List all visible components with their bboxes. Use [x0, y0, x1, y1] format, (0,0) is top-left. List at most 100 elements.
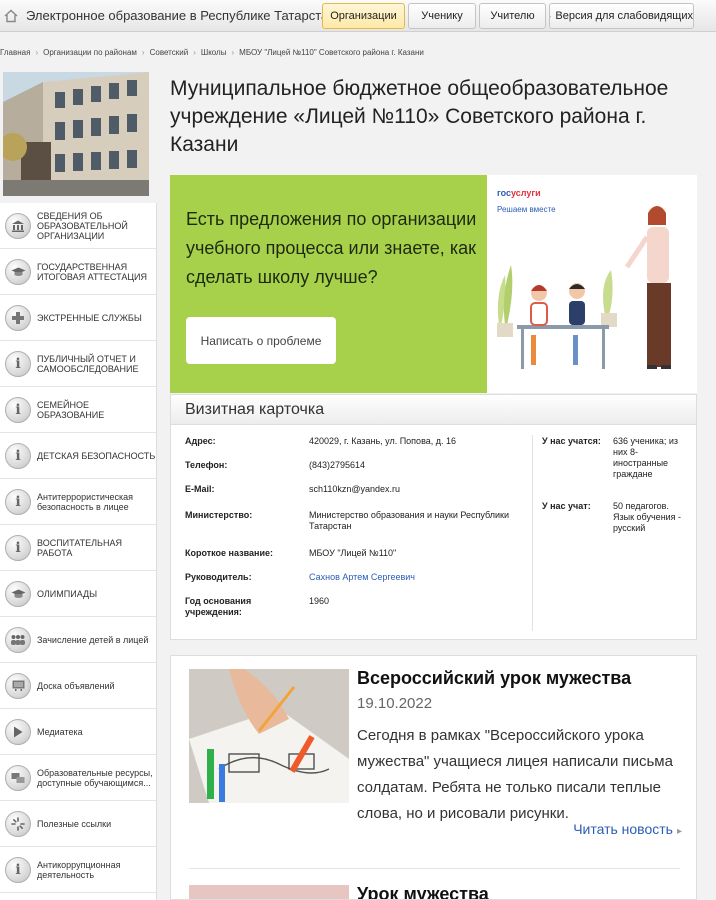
links-icon [5, 810, 31, 837]
sidebar-item-public-report[interactable]: i ПУБЛИЧНЫЙ ОТЧЕТ И САМООБСЛЕДОВАНИЕ [0, 341, 157, 387]
sidebar-item-label: ЭКСТРЕННЫЕ СЛУЖБЫ [37, 312, 142, 323]
sidebar-item-child-safety[interactable]: i ДЕТСКАЯ БЕЗОПАСНОСТЬ [0, 433, 157, 479]
people-icon [5, 626, 31, 653]
sidebar-item-label: Доска объявлений [37, 680, 115, 691]
sidebar-item-emergency[interactable]: ЭКСТРЕННЫЕ СЛУЖБЫ [0, 295, 157, 341]
sidebar-item-edu-resources[interactable]: Образовательные ресурсы, доступные обуча… [0, 755, 157, 801]
sidebar: СВЕДЕНИЯ ОБ ОБРАЗОВАТЕЛЬНОЙ ОРГАНИЗАЦИИ … [0, 203, 157, 900]
card-divider [532, 435, 533, 631]
teachers-label: У нас учат: [542, 501, 591, 511]
sidebar-item-useful-links[interactable]: Полезные ссылки [0, 801, 157, 847]
home-icon [4, 9, 18, 23]
sidebar-item-label: ГОСУДАРСТВЕННАЯ ИТОГОВАЯ АТТЕСТАЦИЯ [37, 261, 147, 282]
info-icon: i [5, 488, 31, 515]
news-title[interactable]: Урок мужества [357, 884, 489, 899]
breadcrumb: Главная › Организации по районам › Советск… [0, 44, 694, 61]
founded-label: Год основания учреждения: [185, 596, 252, 617]
eye-icon [550, 15, 552, 17]
news-image[interactable] [189, 669, 349, 803]
short-name-value: МБОУ "Лицей №110" [309, 548, 397, 558]
feedback-banner[interactable]: Есть предложения по организации учебного… [170, 175, 697, 393]
breadcrumb-separator: › [231, 48, 235, 57]
students-value: 636 ученика; из них 8- иностранные гражд… [613, 436, 679, 479]
business-card-title: Визитная карточка [171, 395, 696, 425]
email-label: E-Mail: [185, 484, 215, 494]
sidebar-item-org-info[interactable]: СВЕДЕНИЯ ОБ ОБРАЗОВАТЕЛЬНОЙ ОРГАНИЗАЦИИ [0, 203, 157, 249]
info-icon: i [5, 350, 31, 377]
accessible-version-label: Версия для слабовидящих [555, 10, 693, 22]
students-label: У нас учатся: [542, 436, 601, 446]
board-icon [5, 672, 31, 699]
sidebar-item-label: ОЛИМПИАДЫ [37, 588, 98, 599]
email-value[interactable]: sch110kzn@yandex.ru [309, 484, 527, 495]
sidebar-item-upbringing[interactable]: i ВОСПИТАТЕЛЬНАЯ РАБОТА [0, 525, 157, 571]
news-section: Всероссийский урок мужества 19.10.2022 С… [170, 655, 697, 900]
read-news-link[interactable]: Читать новость ▸ [573, 821, 682, 837]
breadcrumb-separator: › [35, 48, 39, 57]
sidebar-item-label: СВЕДЕНИЯ ОБ ОБРАЗОВАТЕЛЬНОЙ ОРГАНИЗАЦИИ [37, 210, 128, 241]
news-text: Сегодня в рамках "Всероссийского урока м… [357, 727, 673, 822]
news-date: 19.10.2022 [357, 695, 433, 712]
sidebar-item-label: Образовательные ресурсы, доступные обуча… [37, 767, 153, 788]
breadcrumb-separator: › [141, 48, 145, 57]
director-label: Руководитель: [185, 572, 252, 582]
breadcrumb-item[interactable]: Организации по районам [43, 48, 137, 57]
address-label: Адрес: [185, 436, 216, 446]
banner-text: Есть предложения по организации учебного… [186, 209, 477, 287]
breadcrumb-item[interactable]: Советский [150, 48, 189, 57]
short-name-label: Короткое название: [185, 548, 273, 558]
teachers-value: 50 педагогов. Язык обучения - русский [613, 501, 682, 533]
director-link[interactable]: Сахнов Артем Сергеевич [309, 572, 415, 582]
read-news-label: Читать новость [573, 821, 673, 837]
sidebar-item-label: Полезные ссылки [37, 818, 112, 829]
info-icon: i [5, 442, 31, 469]
business-card: Визитная карточка Адрес: 420029, г. Каза… [170, 394, 697, 640]
info-icon: i [5, 534, 31, 561]
breadcrumb-item[interactable]: Главная [0, 48, 30, 57]
sidebar-item-announcements[interactable]: Доска объявлений [0, 663, 157, 709]
sidebar-item-antiterror[interactable]: i Антитеррористическая безопасность в лиц… [0, 479, 157, 525]
info-icon: i [5, 396, 31, 423]
accessible-version-button[interactable]: Версия для слабовидящих [549, 3, 694, 29]
tab-student[interactable]: Ученику [408, 3, 476, 29]
tab-teacher[interactable]: Учителю [479, 3, 546, 29]
banner-illustration: госуслуги Решаем вместе [487, 175, 697, 393]
ministry-value: Министерство образования и науки Республ… [309, 510, 509, 531]
news-divider [189, 868, 680, 869]
school-photo [3, 72, 149, 196]
director-value[interactable]: Сахнов Артем Сергеевич [309, 572, 527, 583]
play-icon [5, 718, 31, 745]
sidebar-item-olympiads[interactable]: ОЛИМПИАДЫ [0, 571, 157, 617]
site-title[interactable]: Электронное образование в Республике Тат… [26, 8, 335, 23]
sidebar-item-anticorruption[interactable]: i Антикоррупционная деятельность [0, 847, 157, 893]
sidebar-item-label: Антитеррористическая безопасность в лице… [37, 491, 134, 512]
graduation-cap-icon [5, 258, 31, 285]
sidebar-item-label: Антикоррупционная деятельность [37, 859, 121, 880]
sidebar-item-family-education[interactable]: i СЕМЕЙНОЕ ОБРАЗОВАНИЕ [0, 387, 157, 433]
classroom-illustration [487, 206, 697, 393]
news-title[interactable]: Всероссийский урок мужества [357, 668, 631, 689]
info-icon: i [5, 856, 31, 883]
sidebar-item-label: ВОСПИТАТЕЛЬНАЯ РАБОТА [37, 537, 122, 558]
sidebar-item-gia[interactable]: ГОСУДАРСТВЕННАЯ ИТОГОВАЯ АТТЕСТАЦИЯ [0, 249, 157, 295]
phone-value: (843)2795614 [309, 460, 366, 470]
building-icon [5, 212, 31, 239]
news-image[interactable] [189, 885, 349, 899]
resources-icon [5, 764, 31, 791]
graduation-cap-icon [5, 580, 31, 607]
write-problem-button[interactable]: Написать о проблеме [186, 317, 336, 364]
sidebar-item-enrollment[interactable]: Зачисление детей в лицей [0, 617, 157, 663]
medical-cross-icon [5, 304, 31, 331]
sidebar-item-media-library[interactable]: Медиатека [0, 709, 157, 755]
founded-value: 1960 [309, 596, 330, 606]
sidebar-item-label: Зачисление детей в лицей [37, 634, 149, 645]
tab-organizations[interactable]: Организации [322, 3, 405, 29]
banner-left-panel: Есть предложения по организации учебного… [170, 175, 487, 393]
breadcrumb-item[interactable]: Школы [201, 48, 227, 57]
breadcrumb-current: МБОУ "Лицей №110" Советского района г. К… [239, 48, 424, 57]
page-title: Муниципальное бюджетное общеобразователь… [170, 77, 669, 156]
sidebar-item-label: Медиатека [37, 726, 83, 737]
home-button[interactable] [0, 3, 22, 29]
ministry-label: Министерство: [185, 510, 253, 520]
phone-label: Телефон: [185, 460, 228, 470]
